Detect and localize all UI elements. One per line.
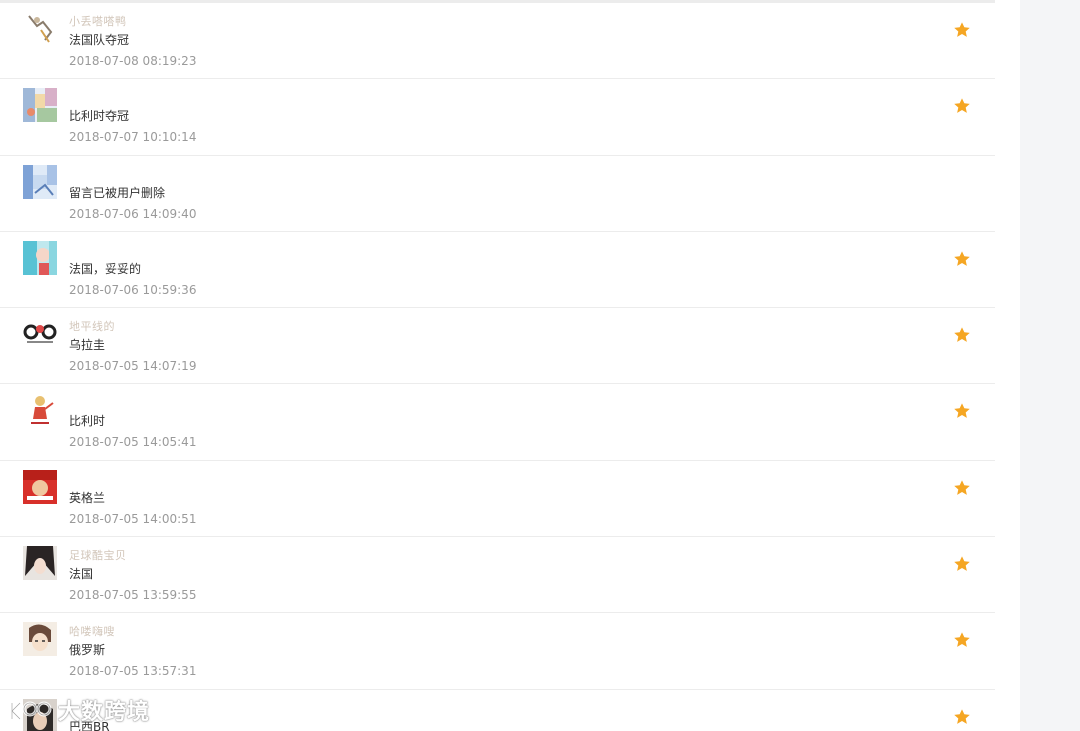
- nickname[interactable]: 足球酷宝贝: [69, 547, 127, 563]
- timestamp: 2018-07-06 14:09:40: [69, 206, 197, 221]
- avatar[interactable]: [23, 546, 57, 581]
- watermark: 大数跨境: [8, 694, 150, 726]
- timestamp: 2018-07-05 14:00:51: [69, 511, 197, 526]
- comment-text: 法国队夺冠: [69, 33, 130, 47]
- comment-text: 乌拉圭: [69, 338, 106, 353]
- watermark-logo-icon: [10, 701, 52, 721]
- timestamp: 2018-07-06 10:59:36: [69, 282, 197, 297]
- star-icon[interactable]: [953, 21, 971, 39]
- comment-item: 法国，妥妥的 2018-07-06 10:59:36: [0, 232, 995, 309]
- right-gutter: [1020, 0, 1080, 731]
- comment-text: 俄罗斯: [69, 643, 106, 658]
- comment-text: 比利时夺冠: [69, 109, 130, 124]
- avatar[interactable]: [23, 622, 57, 657]
- comment-text: 留言已被用户删除: [69, 185, 166, 200]
- comment-text: 法国: [69, 567, 94, 582]
- timestamp: 2018-07-05 14:05:41: [69, 435, 197, 450]
- timestamp: 2018-07-07 10:10:14: [69, 130, 197, 145]
- comment-item: 比利时夺冠 2018-07-07 10:10:14: [0, 79, 995, 156]
- star-icon[interactable]: [953, 97, 971, 115]
- timestamp: 2018-07-05 13:59:55: [69, 588, 197, 603]
- comment-item: 比利时 2018-07-05 14:05:41: [0, 384, 995, 461]
- avatar[interactable]: [23, 317, 57, 352]
- avatar[interactable]: [23, 164, 57, 199]
- star-icon[interactable]: [953, 326, 971, 344]
- comment-item: 留言已被用户删除 2018-07-06 14:09:40: [0, 156, 995, 232]
- star-icon[interactable]: [953, 631, 971, 649]
- comment-page: 小丢嗒嗒鸭 法国队夺冠 2018-07-08 08:19:23 比利时夺冠 20…: [0, 0, 1080, 731]
- timestamp: 2018-07-05 13:57:31: [69, 664, 197, 679]
- star-icon[interactable]: [953, 708, 971, 726]
- star-icon[interactable]: [953, 555, 971, 573]
- avatar[interactable]: [23, 12, 57, 46]
- comment-item: 地平线的 乌拉圭 2018-07-05 14:07:19: [0, 308, 995, 385]
- nickname[interactable]: 哈喽嗨嗖: [69, 623, 115, 639]
- comment-item: 英格兰 2018-07-05 14:00:51: [0, 461, 995, 538]
- comment-item: 小丢嗒嗒鸭 法国队夺冠 2018-07-08 08:19:23: [0, 3, 995, 80]
- timestamp: 2018-07-08 08:19:23: [69, 54, 197, 68]
- star-icon[interactable]: [953, 479, 971, 497]
- avatar[interactable]: [23, 469, 57, 504]
- nickname[interactable]: 小丢嗒嗒鸭: [69, 13, 127, 29]
- avatar[interactable]: [23, 88, 57, 123]
- comment-text: 比利时: [69, 414, 106, 429]
- nickname[interactable]: 地平线的: [69, 318, 115, 334]
- comment-list: 小丢嗒嗒鸭 法国队夺冠 2018-07-08 08:19:23 比利时夺冠 20…: [0, 3, 995, 731]
- avatar[interactable]: [23, 393, 57, 428]
- star-icon[interactable]: [953, 250, 971, 268]
- timestamp: 2018-07-05 14:07:19: [69, 359, 197, 374]
- watermark-text: 大数跨境: [58, 700, 151, 725]
- comment-text: 英格兰: [69, 490, 106, 505]
- comment-item: 哈喽嗨嗖 俄罗斯 2018-07-05 13:57:31: [0, 613, 995, 690]
- avatar[interactable]: [23, 240, 57, 275]
- star-icon[interactable]: [953, 402, 971, 420]
- comment-item: 足球酷宝贝 法国 2018-07-05 13:59:55: [0, 537, 995, 614]
- comment-text: 法国，妥妥的: [69, 261, 142, 276]
